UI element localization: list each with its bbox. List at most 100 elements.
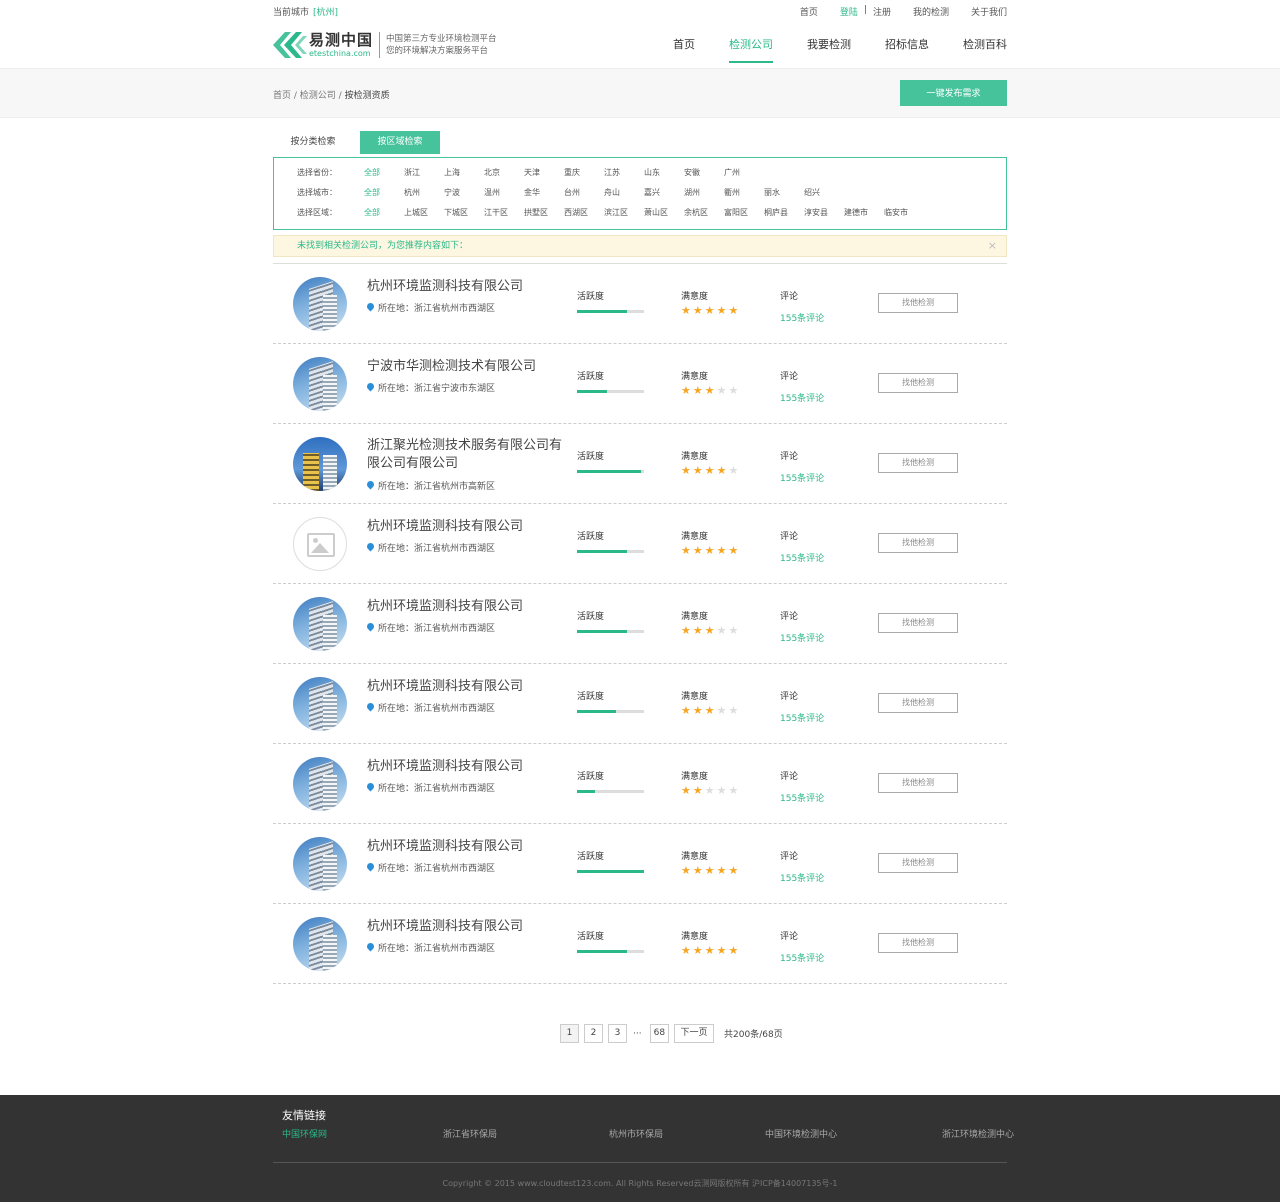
- nav-bidding[interactable]: 招标信息: [885, 36, 929, 63]
- district-option[interactable]: 拱墅区: [524, 207, 548, 218]
- find-test-button[interactable]: 找他检测: [878, 773, 958, 793]
- province-option[interactable]: 天津: [524, 167, 540, 178]
- top-link-home[interactable]: 首页: [800, 5, 818, 18]
- province-option[interactable]: 广州: [724, 167, 740, 178]
- company-name[interactable]: 杭州环境监测科技有限公司: [367, 838, 562, 856]
- comment-count-link[interactable]: 155条评论: [780, 311, 824, 324]
- province-option[interactable]: 上海: [444, 167, 460, 178]
- company-avatar[interactable]: [293, 677, 347, 731]
- province-option[interactable]: 山东: [644, 167, 660, 178]
- close-icon[interactable]: ×: [988, 236, 997, 256]
- find-test-button[interactable]: 找他检测: [878, 533, 958, 553]
- district-option[interactable]: 滨江区: [604, 207, 628, 218]
- company-avatar[interactable]: [293, 357, 347, 411]
- top-link-login[interactable]: 登陆: [840, 5, 858, 18]
- province-option[interactable]: 浙江: [404, 167, 420, 178]
- city-option[interactable]: 绍兴: [804, 187, 820, 198]
- top-link-register[interactable]: 注册: [873, 5, 891, 18]
- tab-by-region[interactable]: 按区域检索: [360, 131, 440, 154]
- district-option[interactable]: 建德市: [844, 207, 868, 218]
- company-avatar[interactable]: [293, 837, 347, 891]
- company-name[interactable]: 浙江聚光检测技术服务有限公司有限公司有限公司: [367, 437, 562, 473]
- find-test-button[interactable]: 找他检测: [878, 373, 958, 393]
- company-avatar[interactable]: [293, 437, 347, 491]
- comment-count-link[interactable]: 155条评论: [780, 951, 824, 964]
- tab-by-category[interactable]: 按分类检索: [273, 131, 353, 154]
- top-link-my-tests[interactable]: 我的检测: [913, 5, 949, 18]
- company-avatar[interactable]: [293, 277, 347, 331]
- district-option[interactable]: 临安市: [884, 207, 908, 218]
- district-option[interactable]: 全部: [364, 207, 380, 218]
- district-option[interactable]: 淳安县: [804, 207, 828, 218]
- friend-link[interactable]: 杭州市环保局: [609, 1127, 663, 1140]
- comment-count-link[interactable]: 155条评论: [780, 711, 824, 724]
- top-link-about[interactable]: 关于我们: [971, 5, 1007, 18]
- city-option[interactable]: 衢州: [724, 187, 740, 198]
- city-option[interactable]: 温州: [484, 187, 500, 198]
- company-avatar[interactable]: [293, 597, 347, 651]
- city-option[interactable]: 杭州: [404, 187, 420, 198]
- province-option[interactable]: 北京: [484, 167, 500, 178]
- company-name[interactable]: 杭州环境监测科技有限公司: [367, 918, 562, 936]
- company-avatar[interactable]: [293, 917, 347, 971]
- district-option[interactable]: 萧山区: [644, 207, 668, 218]
- find-test-button[interactable]: 找他检测: [878, 933, 958, 953]
- friend-link[interactable]: 浙江省环保局: [443, 1127, 497, 1140]
- city-option[interactable]: 舟山: [604, 187, 620, 198]
- nav-wiki[interactable]: 检测百科: [963, 36, 1007, 63]
- district-option[interactable]: 上城区: [404, 207, 428, 218]
- company-avatar[interactable]: [293, 757, 347, 811]
- company-name[interactable]: 杭州环境监测科技有限公司: [367, 518, 562, 536]
- find-test-button[interactable]: 找他检测: [878, 613, 958, 633]
- page-button-2[interactable]: 2: [584, 1024, 603, 1043]
- company-name[interactable]: 宁波市华测检测技术有限公司: [367, 358, 562, 376]
- company-name[interactable]: 杭州环境监测科技有限公司: [367, 758, 562, 776]
- site-logo[interactable]: 易测中国 etestchina.com 中国第三方专业环境检测平台 您的环境解决…: [273, 32, 497, 58]
- city-option[interactable]: 台州: [564, 187, 580, 198]
- city-option[interactable]: 全部: [364, 187, 380, 198]
- publish-request-button[interactable]: 一键发布需求: [900, 80, 1007, 106]
- city-option[interactable]: 宁波: [444, 187, 460, 198]
- city-option[interactable]: 嘉兴: [644, 187, 660, 198]
- comment-count-link[interactable]: 155条评论: [780, 871, 824, 884]
- crumb-companies[interactable]: 检测公司: [300, 91, 336, 101]
- city-option[interactable]: 丽水: [764, 187, 780, 198]
- province-option[interactable]: 江苏: [604, 167, 620, 178]
- district-option[interactable]: 富阳区: [724, 207, 748, 218]
- find-test-button[interactable]: 找他检测: [878, 853, 958, 873]
- comment-count-link[interactable]: 155条评论: [780, 471, 824, 484]
- image-placeholder-icon[interactable]: [293, 517, 347, 571]
- city-value[interactable]: [杭州]: [313, 8, 338, 18]
- next-page-button[interactable]: 下一页: [674, 1024, 715, 1043]
- province-option[interactable]: 全部: [364, 167, 380, 178]
- company-name[interactable]: 杭州环境监测科技有限公司: [367, 678, 562, 696]
- friend-link[interactable]: 中国环境检测中心: [765, 1127, 837, 1140]
- district-option[interactable]: 江干区: [484, 207, 508, 218]
- district-option[interactable]: 余杭区: [684, 207, 708, 218]
- comment-count-link[interactable]: 155条评论: [780, 791, 824, 804]
- city-option[interactable]: 金华: [524, 187, 540, 198]
- page-button-3[interactable]: 3: [608, 1024, 627, 1043]
- province-option[interactable]: 重庆: [564, 167, 580, 178]
- nav-request-test[interactable]: 我要检测: [807, 36, 851, 63]
- city-option[interactable]: 湖州: [684, 187, 700, 198]
- district-option[interactable]: 桐庐县: [764, 207, 788, 218]
- find-test-button[interactable]: 找他检测: [878, 453, 958, 473]
- page-button-last[interactable]: 68: [649, 1024, 670, 1043]
- comment-count-link[interactable]: 155条评论: [780, 391, 824, 404]
- page-button-1[interactable]: 1: [560, 1024, 579, 1043]
- company-name[interactable]: 杭州环境监测科技有限公司: [367, 278, 562, 296]
- friend-link[interactable]: 中国环保网: [282, 1127, 327, 1140]
- crumb-home[interactable]: 首页: [273, 91, 291, 101]
- comment-count-link[interactable]: 155条评论: [780, 551, 824, 564]
- find-test-button[interactable]: 找他检测: [878, 693, 958, 713]
- comment-count-link[interactable]: 155条评论: [780, 631, 824, 644]
- district-option[interactable]: 下城区: [444, 207, 468, 218]
- district-option[interactable]: 西湖区: [564, 207, 588, 218]
- nav-home[interactable]: 首页: [673, 36, 695, 63]
- province-option[interactable]: 安徽: [684, 167, 700, 178]
- friend-link[interactable]: 浙江环境检测中心: [942, 1127, 1014, 1140]
- company-name[interactable]: 杭州环境监测科技有限公司: [367, 598, 562, 616]
- nav-test-companies[interactable]: 检测公司: [729, 36, 773, 63]
- find-test-button[interactable]: 找他检测: [878, 293, 958, 313]
